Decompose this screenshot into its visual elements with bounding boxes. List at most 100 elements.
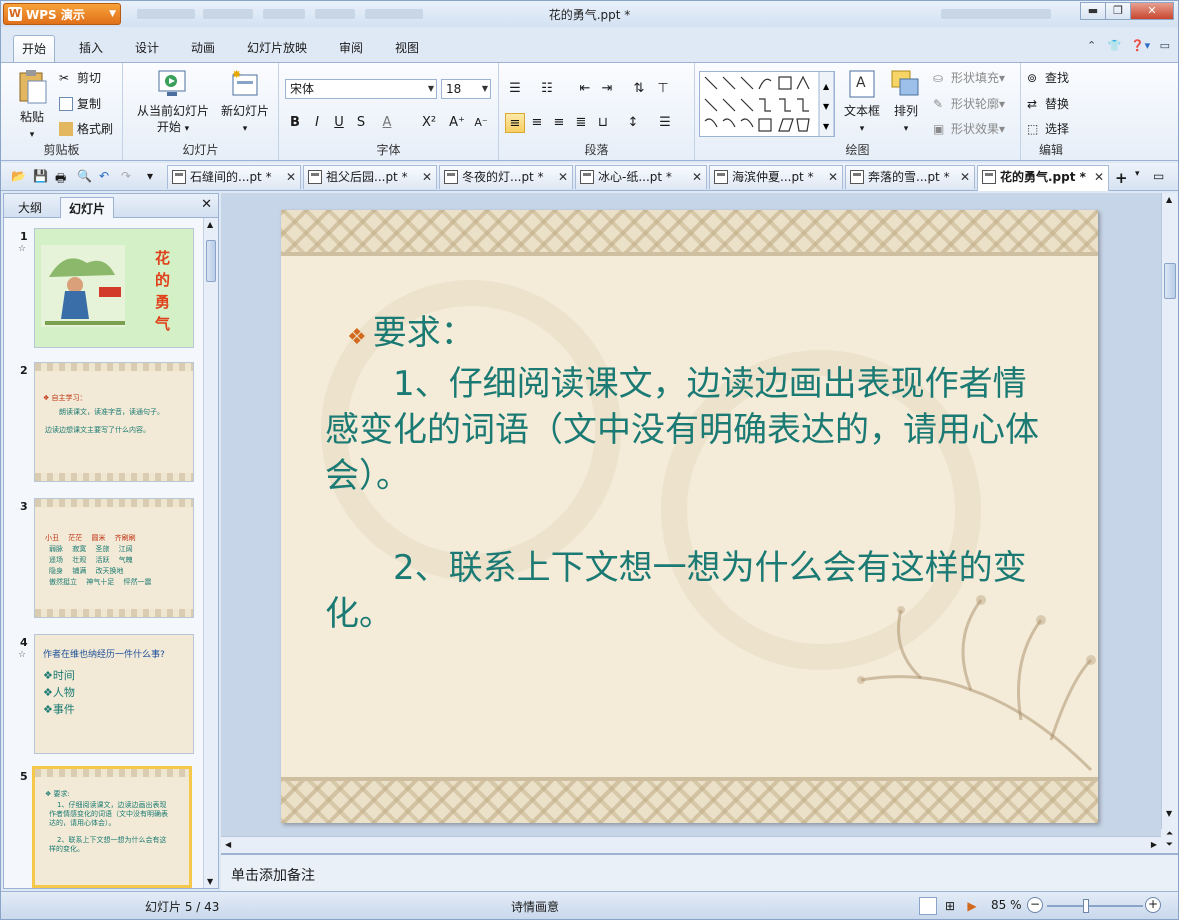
scroll-left-icon[interactable]: ◀ (225, 840, 231, 849)
close-button[interactable]: ✕ (1130, 2, 1174, 20)
minimize-doc-icon[interactable]: ▭ (1160, 39, 1170, 52)
font-size-combo[interactable]: 18 ▼ (441, 79, 491, 99)
doc-tab-active[interactable]: 花的勇气.ppt * ✕ (977, 165, 1109, 191)
print-preview-icon[interactable]: 🔍 (77, 169, 93, 185)
grow-font-button[interactable]: A⁺ (447, 113, 467, 133)
zoom-in-icon[interactable]: + (1145, 897, 1161, 913)
open-icon[interactable]: 📂 (11, 169, 27, 185)
scroll-thumb[interactable] (206, 240, 216, 282)
normal-view-icon[interactable] (919, 897, 937, 915)
decrease-indent-icon[interactable]: ⇤ (575, 79, 595, 99)
slide-text-box[interactable]: ❖ 要求： 1、仔细阅读课文，边读边画出表现作者情感变化的词语（文中没有明确表达的… (325, 310, 1047, 637)
align-right-button[interactable]: ≡ (549, 113, 569, 133)
zoom-slider-thumb[interactable] (1083, 899, 1089, 913)
doc-tab[interactable]: 奔落的雪...pt * ✕ (845, 165, 975, 189)
scroll-thumb[interactable] (1164, 263, 1176, 299)
maximize-button[interactable]: ❐ (1105, 2, 1131, 20)
bullets-icon[interactable]: ☰ (505, 79, 525, 99)
zoom-slider-track[interactable] (1047, 905, 1143, 907)
text-direction-icon[interactable]: ⇅ (629, 79, 649, 99)
close-icon[interactable]: ✕ (692, 166, 702, 188)
tab-view[interactable]: 视图 (395, 39, 419, 56)
close-icon[interactable]: ✕ (286, 166, 296, 188)
print-icon[interactable]: 🖶 (55, 169, 71, 185)
tab-animation[interactable]: 动画 (191, 39, 215, 56)
shape-outline-button[interactable]: ✎ 形状轮廓 ▾ (933, 95, 1005, 112)
tab-home[interactable]: 开始 (13, 35, 56, 63)
close-icon[interactable]: ✕ (1094, 166, 1104, 188)
save-icon[interactable]: 💾 (33, 169, 49, 185)
redo-icon[interactable]: ↷ (121, 169, 137, 185)
panel-scrollbar[interactable]: ▲ ▼ (203, 218, 218, 888)
slide-thumbnail-5[interactable]: ❖ 要求: 1、仔细阅读课文，边读边画出表现 作者情感变化的词语（文中没有明确表… (32, 766, 192, 888)
collapse-ribbon-icon[interactable]: ⌃ (1087, 39, 1096, 52)
arrange-button[interactable]: 排列 ▾ (885, 69, 927, 137)
shapes-gallery[interactable]: ▲ ▼ ▼ (699, 71, 835, 137)
align-left-button[interactable]: ≡ (505, 113, 525, 133)
play-from-current-button[interactable]: 从当前幻灯片 开始 ▾ (129, 69, 217, 137)
close-icon[interactable]: ✕ (558, 166, 568, 188)
scroll-up-icon[interactable]: ▲ (1166, 195, 1172, 204)
editor-vertical-scrollbar[interactable]: ▲ ▼ (1161, 193, 1178, 829)
editor-horizontal-scrollbar[interactable]: ◀ ▶ (221, 836, 1161, 853)
undo-icon[interactable]: ↶ (99, 169, 115, 185)
slide-thumbnail-4[interactable]: 作者在维也纳经历一件什么事? ❖时间 ❖人物 ❖事件 (34, 634, 194, 754)
slide-thumbnail-1[interactable]: 花的勇气 (34, 228, 194, 348)
bold-button[interactable]: B (285, 113, 305, 133)
close-icon[interactable]: ✕ (960, 166, 970, 188)
customize-icon[interactable]: ▾ (147, 169, 163, 185)
shape-effects-button[interactable]: ▣ 形状效果 ▾ (933, 120, 1005, 137)
tab-review[interactable]: 审阅 (339, 39, 363, 56)
page-nav[interactable]: ⏶ ⏷ (1161, 829, 1178, 853)
paste-button[interactable]: 粘贴 ▾ (9, 69, 55, 143)
select-button[interactable]: ⬚ 选择 (1027, 120, 1069, 137)
shape-fill-button[interactable]: ⛀ 形状填充 ▾ (933, 69, 1005, 86)
scroll-down-icon[interactable]: ▼ (1166, 809, 1172, 818)
textbox-button[interactable]: A 文本框 ▾ (841, 69, 883, 137)
find-button[interactable]: ⊚ 查找 (1027, 69, 1069, 86)
align-text-icon[interactable]: ⊤ (653, 79, 673, 99)
replace-button[interactable]: ⇄ 替换 (1027, 95, 1069, 112)
increase-indent-icon[interactable]: ⇥ (597, 79, 617, 99)
doc-tab[interactable]: 冰心-纸...pt * ✕ (575, 165, 707, 189)
tab-outline[interactable]: 大纲 (10, 197, 50, 218)
copy-button[interactable]: 复制 (59, 95, 101, 112)
chevron-down-icon[interactable]: ▾ (1135, 169, 1151, 185)
format-painter-button[interactable]: 格式刷 (59, 120, 113, 137)
italic-button[interactable]: I (307, 113, 327, 133)
slide-thumbnail-2[interactable]: ❖ 自主学习： 朗读课文，读准字音，读通句子。 边读边想课文主要写了什么内容。 (34, 362, 194, 482)
align-center-button[interactable]: ≡ (527, 113, 547, 133)
new-slide-button[interactable]: ✸ 新幻灯片 ▾ (217, 69, 273, 137)
cut-button[interactable]: ✂ 剪切 (59, 69, 101, 86)
line-spacing-icon[interactable]: ↕ (623, 113, 643, 133)
shrink-font-button[interactable]: A⁻ (471, 113, 491, 133)
tab-insert[interactable]: 插入 (79, 39, 103, 56)
doc-tab[interactable]: 海滨仲夏...pt * ✕ (709, 165, 843, 189)
scroll-down-icon[interactable]: ▼ (207, 877, 213, 886)
tab-slides[interactable]: 幻灯片 (60, 197, 115, 218)
doc-tab[interactable]: 石缝间的...pt * ✕ (167, 165, 301, 189)
paragraph-spacing-icon[interactable]: ☰ (655, 113, 675, 133)
close-icon[interactable]: ✕ (201, 197, 212, 212)
new-tab-icon[interactable]: + (1115, 169, 1131, 187)
window-list-icon[interactable]: ▭ (1153, 169, 1169, 185)
font-color-button[interactable]: A (377, 113, 397, 133)
help-icon[interactable]: ❓▾ (1131, 39, 1150, 52)
tab-design[interactable]: 设计 (135, 39, 159, 56)
superscript-button[interactable]: X² (419, 113, 439, 133)
distribute-button[interactable]: ⊔ (593, 113, 613, 133)
sorter-view-icon[interactable]: ⊞ (941, 897, 959, 915)
close-icon[interactable]: ✕ (828, 166, 838, 188)
slide-canvas[interactable]: ❖ 要求： 1、仔细阅读课文，边读边画出表现作者情感变化的词语（文中没有明确表达的… (281, 210, 1098, 823)
doc-tab[interactable]: 祖父后园...pt * ✕ (303, 165, 437, 189)
close-icon[interactable]: ✕ (422, 166, 432, 188)
zoom-out-icon[interactable]: − (1027, 897, 1043, 913)
scroll-up-icon[interactable]: ▲ (207, 220, 213, 229)
font-family-combo[interactable]: 宋体 ▼ (285, 79, 437, 99)
numbering-icon[interactable]: ☷ (537, 79, 557, 99)
minimize-button[interactable]: ▬ (1080, 2, 1106, 20)
notes-pane[interactable]: 单击添加备注 (221, 853, 1178, 891)
underline-button[interactable]: U (329, 113, 349, 133)
slideshow-view-icon[interactable]: ▶ (963, 897, 981, 915)
scroll-right-icon[interactable]: ▶ (1151, 840, 1157, 849)
